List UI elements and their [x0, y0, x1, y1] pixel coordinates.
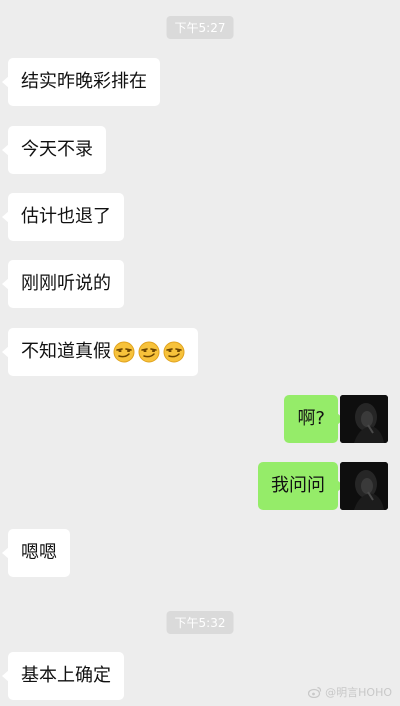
- incoming-message[interactable]: 嗯嗯: [2, 529, 70, 577]
- user-avatar[interactable]: [340, 462, 388, 510]
- chat-conversation: 下午5:27 结实昨晚彩排在 今天不录 估计也退了 刚刚听说的 不知道真假 啊?…: [0, 0, 400, 706]
- incoming-message[interactable]: 刚刚听说的: [2, 260, 124, 308]
- outgoing-message[interactable]: 我问问: [258, 462, 344, 510]
- incoming-message[interactable]: 基本上确定: [2, 652, 124, 700]
- user-avatar[interactable]: [340, 395, 388, 443]
- incoming-message[interactable]: 今天不录: [2, 126, 106, 174]
- avatar-image-icon: [340, 395, 388, 443]
- weibo-watermark: @明言HOHO: [308, 684, 392, 700]
- avatar-image-icon: [340, 462, 388, 510]
- smirk-emoji-icon: [163, 341, 185, 363]
- watermark-text: @明言HOHO: [325, 686, 392, 699]
- message-timestamp: 下午5:27: [166, 16, 234, 39]
- incoming-message[interactable]: 估计也退了: [2, 193, 124, 241]
- message-timestamp: 下午5:32: [166, 611, 234, 634]
- weibo-logo-icon: [308, 686, 322, 698]
- message-text: 不知道真假: [21, 341, 111, 362]
- smirk-emoji-icon: [113, 341, 135, 363]
- incoming-message[interactable]: 结实昨晚彩排在: [2, 58, 160, 106]
- smirk-emoji-icon: [138, 341, 160, 363]
- outgoing-message[interactable]: 啊?: [284, 395, 344, 443]
- incoming-message[interactable]: 不知道真假: [2, 328, 198, 376]
